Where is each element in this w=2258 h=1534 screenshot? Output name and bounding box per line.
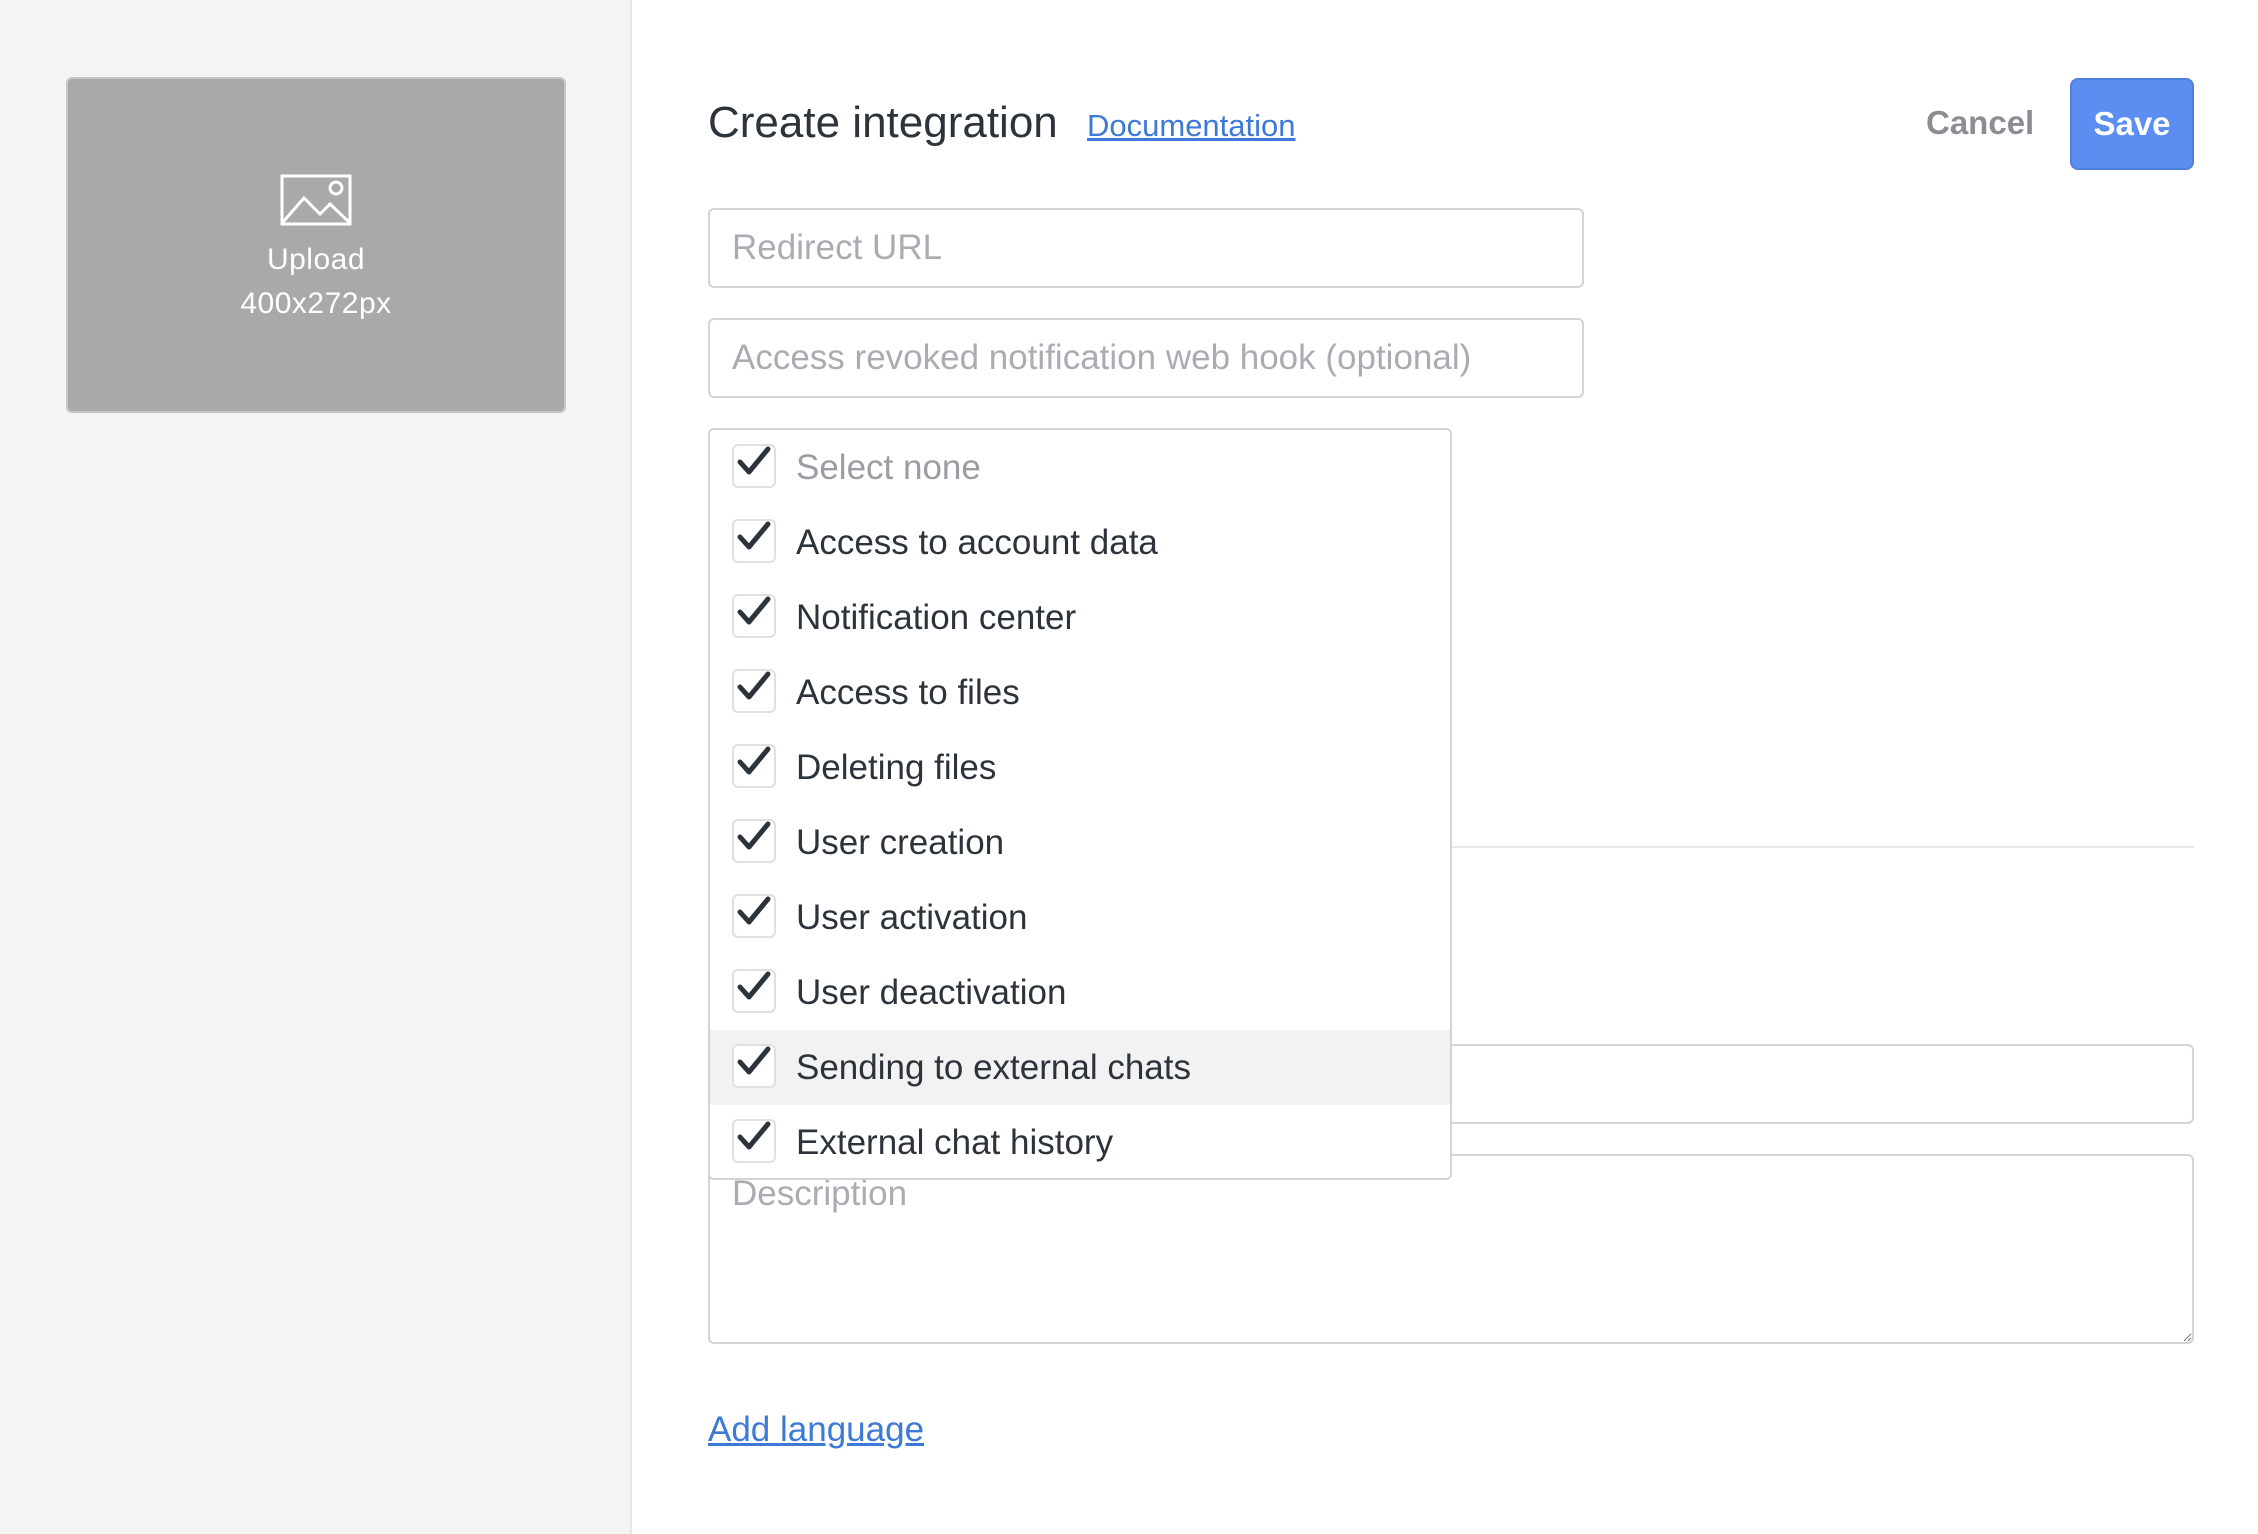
webhook-url-input[interactable] [708, 318, 1584, 398]
redirect-url-input[interactable] [708, 208, 1584, 288]
option-label: Notification center [796, 597, 1077, 637]
scope-option-user-deactivation[interactable]: User deactivation [710, 955, 1450, 1030]
checkbox[interactable] [732, 518, 776, 563]
checkbox[interactable] [732, 668, 776, 713]
page-title: Create integration [708, 98, 1058, 147]
scope-option-select-none[interactable]: Select none [710, 430, 1450, 505]
image-icon [280, 174, 352, 226]
scope-option-user-creation[interactable]: User creation [710, 805, 1450, 880]
option-label: Deleting files [796, 747, 997, 787]
checkbox[interactable] [732, 968, 776, 1013]
checkbox[interactable] [732, 893, 776, 938]
check-icon [737, 821, 771, 849]
scopes-dropdown[interactable]: Select none Access to account data Notif… [708, 428, 1452, 1180]
option-label: External chat history [796, 1122, 1114, 1162]
upload-size-hint: 400x272px [240, 287, 392, 320]
scope-option-account-data[interactable]: Access to account data [710, 505, 1450, 580]
check-icon [737, 671, 771, 699]
check-icon [737, 446, 771, 474]
check-icon [737, 1046, 771, 1074]
documentation-link[interactable]: Documentation [1087, 108, 1296, 144]
option-label: User creation [796, 822, 1005, 862]
check-icon [737, 1121, 771, 1149]
checkbox[interactable] [732, 1118, 776, 1163]
check-icon [737, 596, 771, 624]
checkbox[interactable] [732, 1043, 776, 1088]
main-panel: Create integration Documentation Cancel … [632, 0, 2258, 1534]
option-label: Sending to external chats [796, 1047, 1191, 1087]
description-textarea[interactable] [708, 1154, 2194, 1344]
option-label: User activation [796, 897, 1028, 937]
scope-option-access-files[interactable]: Access to files [710, 655, 1450, 730]
cancel-button[interactable]: Cancel [1926, 104, 2034, 142]
option-label: Select none [796, 447, 981, 487]
check-icon [737, 971, 771, 999]
checkbox[interactable] [732, 443, 776, 488]
checkbox[interactable] [732, 593, 776, 638]
upload-label: Upload [266, 243, 366, 276]
scope-option-deleting-files[interactable]: Deleting files [710, 730, 1450, 805]
add-language-link[interactable]: Add language [708, 1410, 924, 1450]
checkbox[interactable] [732, 818, 776, 863]
save-button[interactable]: Save [2070, 78, 2194, 170]
check-icon [737, 896, 771, 924]
scope-option-chat-history[interactable]: External chat history [710, 1105, 1450, 1178]
sidebar: Upload 400x272px [0, 0, 632, 1534]
option-label: User deactivation [796, 972, 1067, 1012]
option-label: Access to account data [796, 522, 1158, 562]
image-upload-button[interactable]: Upload 400x272px [66, 77, 566, 413]
scope-option-notification-center[interactable]: Notification center [710, 580, 1450, 655]
scope-option-external-chats[interactable]: Sending to external chats [710, 1030, 1450, 1105]
option-label: Access to files [796, 672, 1020, 712]
scope-option-user-activation[interactable]: User activation [710, 880, 1450, 955]
check-icon [737, 521, 771, 549]
checkbox[interactable] [732, 743, 776, 788]
check-icon [737, 746, 771, 774]
